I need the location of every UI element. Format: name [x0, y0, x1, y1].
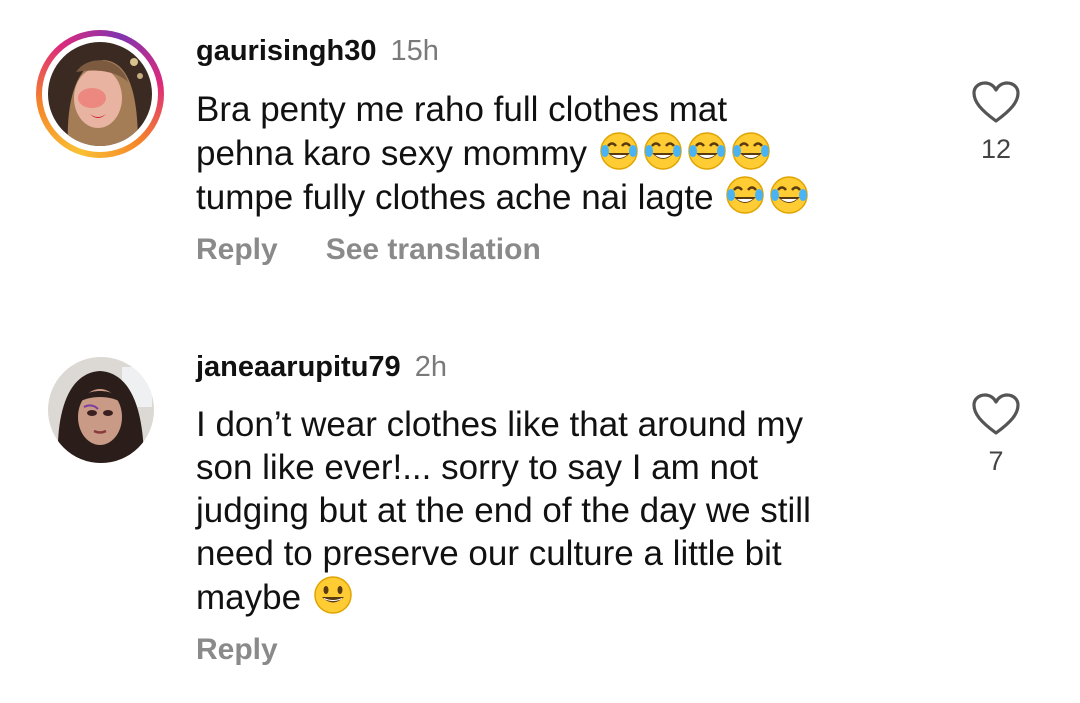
- comment-line: tumpe fully clothes ache nai lagte: [196, 178, 714, 217]
- avatar-story-ring[interactable]: [36, 30, 164, 158]
- comment-line-with-emoji: tumpe fully clothes ache nai lagte: [196, 175, 916, 219]
- comment-text: I don’t wear clothes like that around my…: [196, 403, 916, 619]
- avatar: [48, 42, 152, 146]
- comment-text: Bra penty me raho full clothes mat pehna…: [196, 88, 916, 219]
- emoji-group: [597, 131, 771, 173]
- like-count: 12: [980, 134, 1012, 164]
- comment-line: son like ever!... sorry to say I am not: [196, 448, 759, 487]
- face-with-tears-of-joy-icon: [726, 175, 809, 215]
- comment-line-with-emoji: pehna karo sexy mommy: [196, 131, 916, 175]
- timestamp: 15h: [390, 35, 439, 67]
- heart-outline-icon[interactable]: [971, 392, 1021, 436]
- comment-item: janeaarupitu79 2h I don’t wear clothes li…: [0, 330, 1080, 703]
- avatar: [48, 357, 154, 463]
- comment-item: gaurisingh30 15h Bra penty me raho full c…: [0, 0, 1080, 300]
- comment-line: Bra penty me raho full clothes mat: [196, 90, 728, 129]
- face-with-tears-of-joy-icon: [599, 131, 770, 171]
- username[interactable]: gaurisingh30: [196, 35, 377, 67]
- reply-button[interactable]: Reply: [196, 633, 278, 666]
- comment-actions: Reply See translation: [196, 233, 589, 267]
- like-control: 12: [960, 80, 1032, 165]
- comment-line: need to preserve our culture a little bi…: [196, 534, 782, 573]
- comment-line: I don’t wear clothes like that around my: [196, 405, 803, 444]
- comment-line: maybe: [196, 578, 302, 617]
- avatar-container[interactable]: [48, 357, 154, 463]
- see-translation-button[interactable]: See translation: [326, 233, 541, 266]
- comment-line: judging but at the end of the day we sti…: [196, 491, 811, 530]
- grinning-face-icon: [314, 576, 352, 614]
- comment-actions: Reply: [196, 633, 326, 667]
- like-control: 7: [960, 392, 1032, 477]
- comment-header: gaurisingh30 15h: [196, 34, 439, 68]
- heart-outline-icon[interactable]: [971, 80, 1021, 124]
- comment-line-with-emoji: maybe: [196, 575, 916, 619]
- reply-button[interactable]: Reply: [196, 233, 278, 266]
- username[interactable]: janeaarupitu79: [196, 351, 401, 383]
- timestamp: 2h: [414, 351, 447, 383]
- like-count: 7: [988, 446, 1004, 476]
- comment-header: janeaarupitu79 2h: [196, 350, 447, 384]
- comment-line: pehna karo sexy mommy: [196, 134, 587, 173]
